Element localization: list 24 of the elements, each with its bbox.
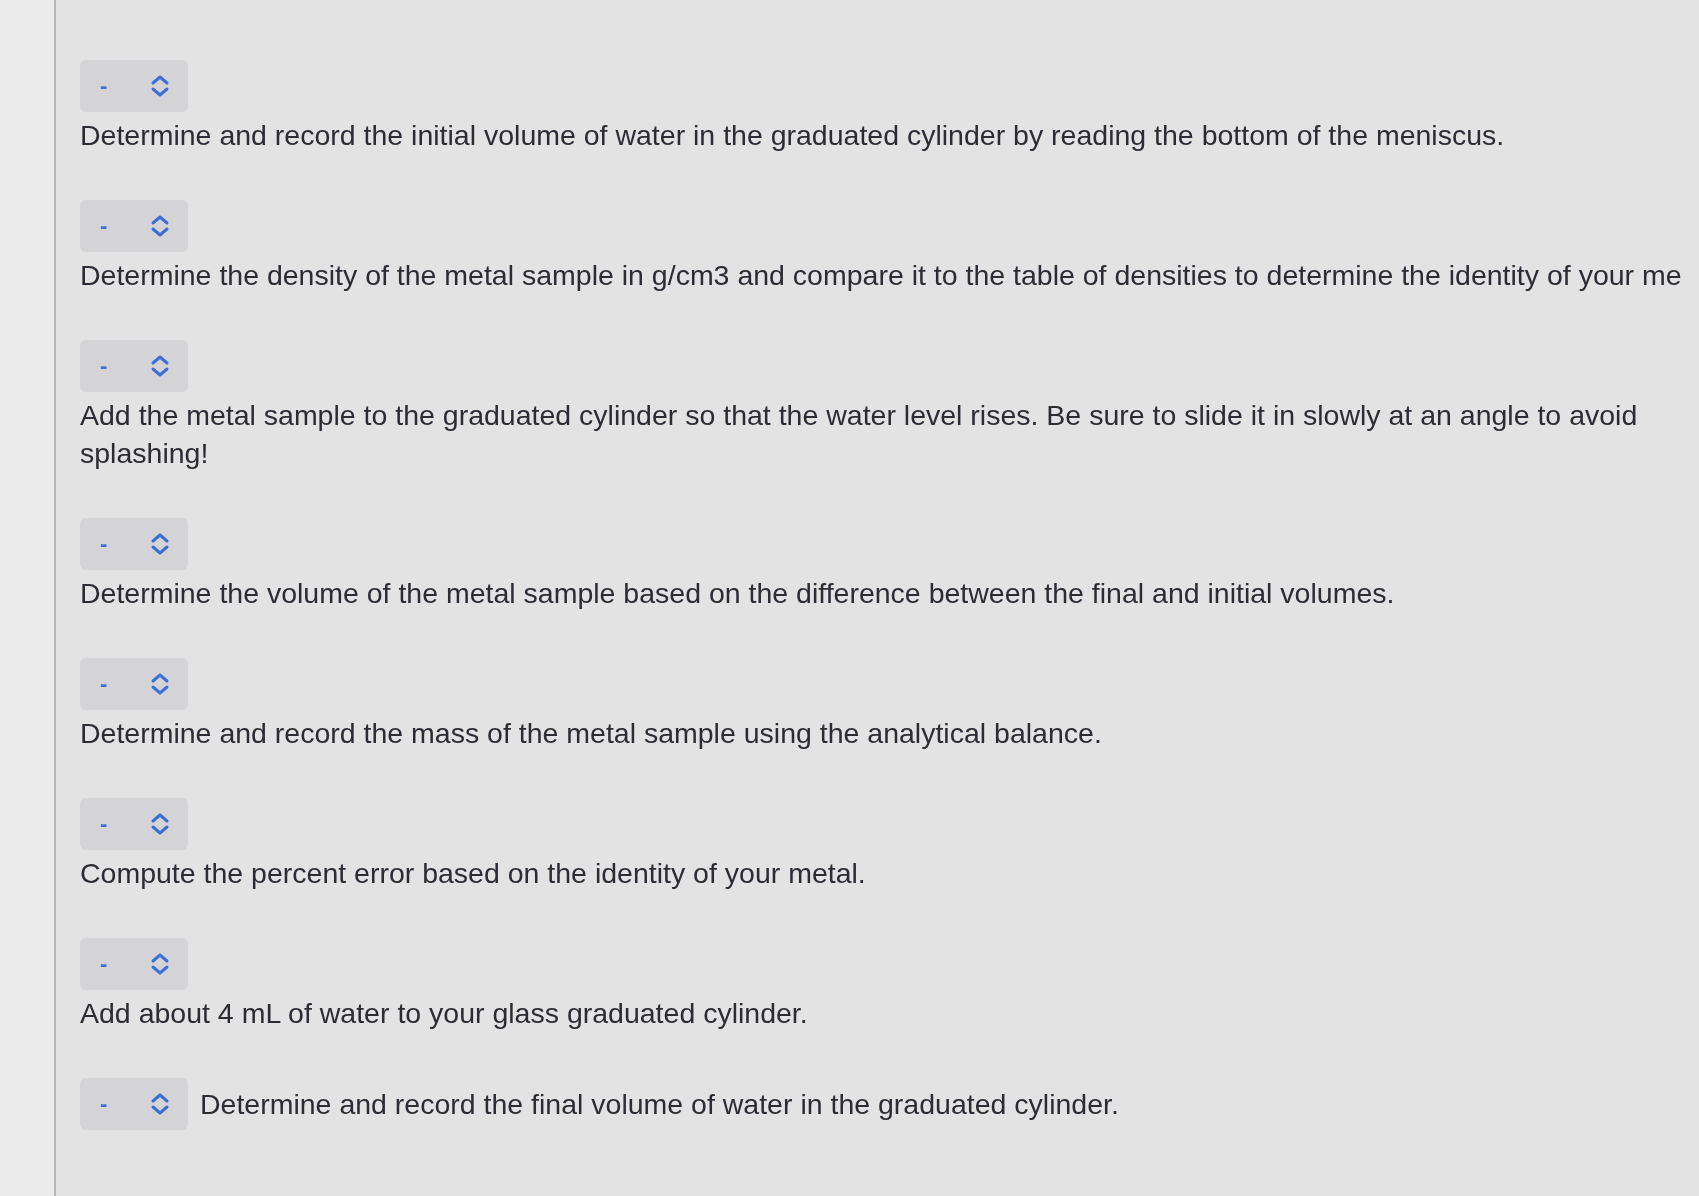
chevron-up-down-icon [150,813,170,835]
step-text: Determine and record the final volume of water in the graduated cylinder. [200,1087,1119,1122]
order-select[interactable]: - [80,938,188,990]
step-text: Add the metal sample to the graduated cylinder so that the water level rises. Be sure to slide it in slowly at an angle to avoid splashing! [80,398,1639,471]
step-text: Determine the volume of the metal sample based on the difference between the final and initial volumes. [80,576,1395,611]
step-text: Determine and record the initial volume of water in the graduated cylinder by reading the bottom of the meniscus. [80,118,1505,153]
order-select[interactable]: - [80,518,188,570]
order-select[interactable]: - [80,340,188,392]
chevron-up-down-icon [150,355,170,377]
order-select[interactable]: - [80,60,188,112]
step-text: Add about 4 mL of water to your glass graduated cylinder. [80,996,808,1031]
step-text: Compute the percent error based on the identity of your metal. [80,856,866,891]
order-select[interactable]: - [80,658,188,710]
chevron-up-down-icon [150,533,170,555]
chevron-up-down-icon [150,673,170,695]
step-text: Determine the density of the metal sample in g/cm3 and compare it to the table of densities to determine the identity of your me [80,258,1682,293]
order-select[interactable]: - [80,200,188,252]
order-select[interactable]: - [80,798,188,850]
chevron-up-down-icon [150,215,170,237]
step-text: Determine and record the mass of the metal sample using the analytical balance. [80,716,1102,751]
chevron-up-down-icon [150,1093,170,1115]
order-select[interactable]: - [80,1078,188,1130]
chevron-up-down-icon [150,75,170,97]
chevron-up-down-icon [150,953,170,975]
